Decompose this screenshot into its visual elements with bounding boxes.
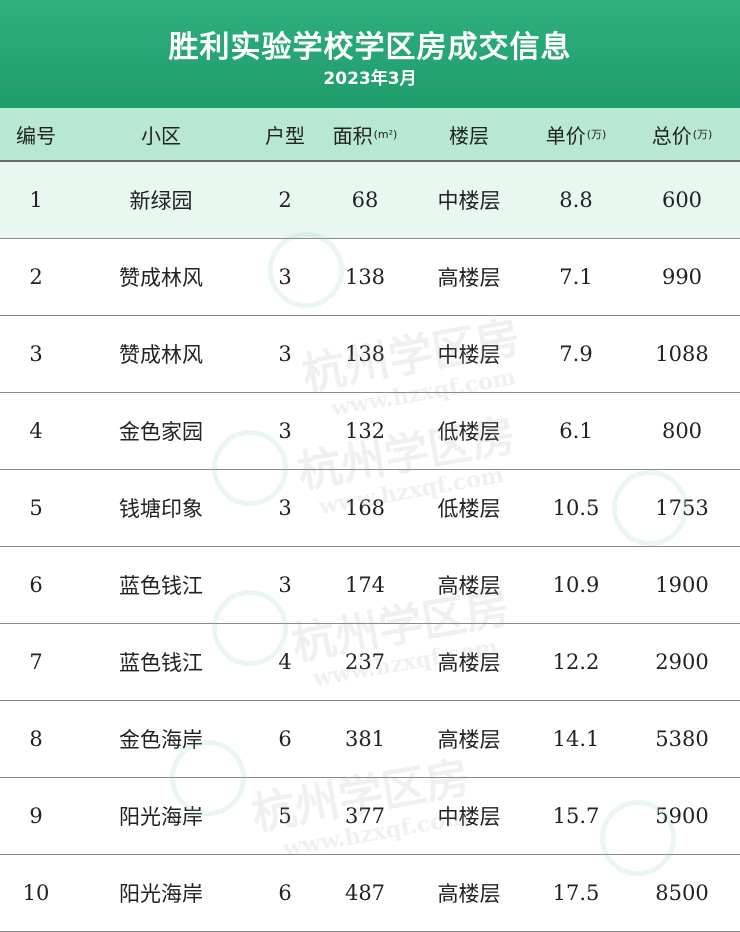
cell-layout: 3 xyxy=(278,265,292,289)
cell-community: 金色海岸 xyxy=(119,728,203,752)
cell-unit-price: 12.2 xyxy=(552,650,600,674)
cell-floor: 高楼层 xyxy=(437,574,501,598)
cell-number: 10 xyxy=(22,881,50,905)
cell-total-price: 800 xyxy=(661,419,703,443)
cell-layout: 4 xyxy=(278,650,292,674)
cell-layout: 3 xyxy=(278,342,292,366)
cell-unit-price: 10.9 xyxy=(552,573,600,597)
page-title: 胜利实验学校学区房成交信息 xyxy=(168,30,572,65)
cell-unit-price: 17.5 xyxy=(552,881,600,905)
cell-unit-price: 15.7 xyxy=(552,804,600,828)
cell-floor: 高楼层 xyxy=(437,651,501,675)
cell-area: 377 xyxy=(344,804,386,828)
cell-number: 3 xyxy=(29,342,43,366)
cell-area: 168 xyxy=(344,496,386,520)
cell-layout: 5 xyxy=(278,804,292,828)
title-banner: 胜利实验学校学区房成交信息 2023年3月 xyxy=(0,0,740,108)
cell-area: 487 xyxy=(344,881,386,905)
cell-layout: 6 xyxy=(278,881,292,905)
cell-total-price: 5900 xyxy=(655,804,709,828)
cell-floor: 低楼层 xyxy=(437,420,501,444)
cell-community: 赞成林风 xyxy=(119,343,203,367)
cell-number: 1 xyxy=(29,188,43,212)
cell-floor: 中楼层 xyxy=(437,805,501,829)
cell-unit-price: 14.1 xyxy=(552,727,600,751)
cell-layout: 2 xyxy=(278,188,292,212)
cell-community: 蓝色钱江 xyxy=(119,574,203,598)
table-header-row: 编号 小区 户型 面积 (m²) 楼层 单价 (万) 总价 (万) xyxy=(0,108,740,162)
cell-total-price: 2900 xyxy=(655,650,709,674)
table-row: 6 蓝色钱江 3 174 高楼层 10.9 1900 xyxy=(0,547,740,624)
table-row: 1 新绿园 2 68 中楼层 8.8 600 xyxy=(0,162,740,239)
cell-total-price: 990 xyxy=(661,265,703,289)
cell-community: 赞成林风 xyxy=(119,266,203,290)
header-area: 面积 (m²) xyxy=(332,123,398,148)
cell-unit-price: 7.1 xyxy=(559,265,593,289)
table-row: 9 阳光海岸 5 377 中楼层 15.7 5900 xyxy=(0,778,740,855)
cell-layout: 3 xyxy=(278,419,292,443)
cell-number: 8 xyxy=(29,727,43,751)
cell-area: 381 xyxy=(344,727,386,751)
header-total-price-unit: (万) xyxy=(692,128,713,141)
cell-number: 5 xyxy=(29,496,43,520)
header-community: 小区 xyxy=(141,123,181,148)
table-row: 3 赞成林风 3 138 中楼层 7.9 1088 xyxy=(0,316,740,393)
cell-total-price: 8500 xyxy=(655,881,709,905)
table-row: 2 赞成林风 3 138 高楼层 7.1 990 xyxy=(0,239,740,316)
header-total-price: 总价 (万) xyxy=(651,123,713,148)
cell-floor: 中楼层 xyxy=(437,189,501,213)
table-row: 8 金色海岸 6 381 高楼层 14.1 5380 xyxy=(0,701,740,778)
header-unit-price-unit: (万) xyxy=(586,128,607,141)
cell-floor: 中楼层 xyxy=(437,343,501,367)
table-body: 1 新绿园 2 68 中楼层 8.8 600 2 赞成林风 3 138 高楼层 … xyxy=(0,162,740,932)
header-layout: 户型 xyxy=(265,123,305,148)
cell-area: 68 xyxy=(351,188,379,212)
cell-community: 钱塘印象 xyxy=(119,497,203,521)
header-area-unit: (m²) xyxy=(373,127,398,141)
cell-layout: 3 xyxy=(278,573,292,597)
cell-total-price: 1088 xyxy=(655,342,709,366)
cell-floor: 高楼层 xyxy=(437,266,501,290)
header-unit-price: 单价 (万) xyxy=(545,123,607,148)
cell-unit-price: 6.1 xyxy=(559,419,593,443)
cell-unit-price: 8.8 xyxy=(559,188,593,212)
cell-community: 新绿园 xyxy=(129,189,193,213)
cell-total-price: 1900 xyxy=(655,573,709,597)
header-number: 编号 xyxy=(16,123,56,148)
cell-layout: 3 xyxy=(278,496,292,520)
header-floor: 楼层 xyxy=(449,123,489,148)
cell-total-price: 5380 xyxy=(655,727,709,751)
cell-community: 蓝色钱江 xyxy=(119,651,203,675)
cell-number: 9 xyxy=(29,804,43,828)
cell-number: 6 xyxy=(29,573,43,597)
cell-floor: 低楼层 xyxy=(437,497,501,521)
cell-area: 138 xyxy=(344,265,386,289)
cell-unit-price: 7.9 xyxy=(559,342,593,366)
page-subtitle: 2023年3月 xyxy=(323,69,417,89)
cell-area: 138 xyxy=(344,342,386,366)
cell-floor: 高楼层 xyxy=(437,882,501,906)
cell-area: 174 xyxy=(344,573,386,597)
table-row: 7 蓝色钱江 4 237 高楼层 12.2 2900 xyxy=(0,624,740,701)
cell-community: 阳光海岸 xyxy=(119,805,203,829)
cell-number: 2 xyxy=(29,265,43,289)
cell-area: 132 xyxy=(344,419,386,443)
cell-area: 237 xyxy=(344,650,386,674)
cell-layout: 6 xyxy=(278,727,292,751)
cell-community: 阳光海岸 xyxy=(119,882,203,906)
cell-number: 4 xyxy=(29,419,43,443)
cell-floor: 高楼层 xyxy=(437,728,501,752)
table-row: 10 阳光海岸 6 487 高楼层 17.5 8500 xyxy=(0,855,740,932)
cell-unit-price: 10.5 xyxy=(552,496,600,520)
cell-total-price: 1753 xyxy=(655,496,709,520)
table-row: 4 金色家园 3 132 低楼层 6.1 800 xyxy=(0,393,740,470)
table-row: 5 钱塘印象 3 168 低楼层 10.5 1753 xyxy=(0,470,740,547)
cell-number: 7 xyxy=(29,650,43,674)
cell-total-price: 600 xyxy=(661,188,703,212)
cell-community: 金色家园 xyxy=(119,420,203,444)
